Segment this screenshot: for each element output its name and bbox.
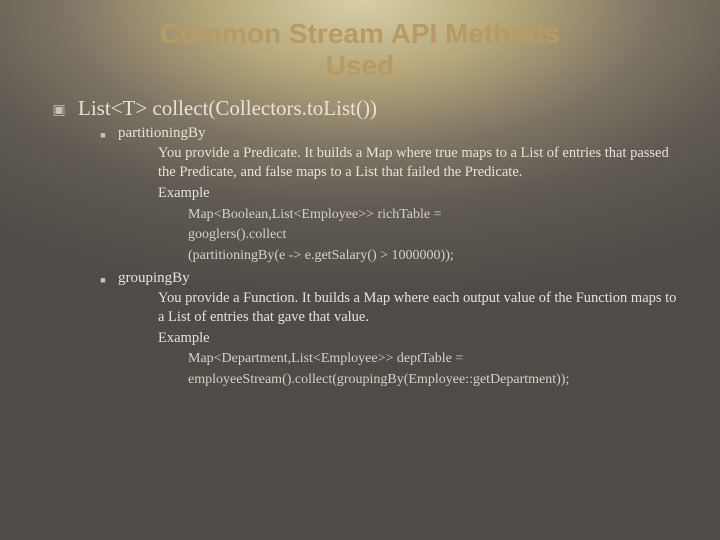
- list-item: Example: [40, 329, 680, 349]
- body-text: You provide a Function. It builds a Map …: [158, 289, 680, 327]
- slide-title: Common Stream API Methods Used: [0, 0, 720, 82]
- arrow-bullet-icon: [130, 329, 158, 349]
- square-bullet-icon: ▣: [40, 96, 78, 121]
- code-line: employeeStream().collect(groupingBy(Empl…: [40, 371, 680, 390]
- list-item: You provide a Function. It builds a Map …: [40, 289, 680, 327]
- list-item: Example: [40, 184, 680, 204]
- slide-content: ▣ List<T> collect(Collectors.toList()) ■…: [0, 82, 720, 390]
- subhead-text: partitioningBy: [118, 125, 680, 142]
- list-item: ■ partitioningBy: [40, 125, 680, 142]
- arrow-bullet-icon: [130, 144, 158, 182]
- subhead-text: groupingBy: [118, 270, 680, 287]
- heading-text: List<T> collect(Collectors.toList()): [78, 96, 680, 121]
- arrow-bullet-icon: [130, 184, 158, 204]
- code-line: googlers().collect: [40, 226, 680, 245]
- title-line1: Common Stream API Methods: [160, 18, 560, 49]
- body-text: You provide a Predicate. It builds a Map…: [158, 144, 680, 182]
- square-bullet-icon: ■: [88, 125, 118, 142]
- code-line: (partitioningBy(e -> e.getSalary() > 100…: [40, 247, 680, 266]
- code-line: Map<Boolean,List<Employee>> richTable =: [40, 206, 680, 225]
- list-item: ■ groupingBy: [40, 270, 680, 287]
- arrow-bullet-icon: [130, 289, 158, 327]
- code-line: Map<Department,List<Employee>> deptTable…: [40, 350, 680, 369]
- example-label: Example: [158, 184, 680, 204]
- example-label: Example: [158, 329, 680, 349]
- title-line2: Used: [326, 50, 394, 81]
- list-item: You provide a Predicate. It builds a Map…: [40, 144, 680, 182]
- list-item: ▣ List<T> collect(Collectors.toList()): [40, 96, 680, 121]
- square-bullet-icon: ■: [88, 270, 118, 287]
